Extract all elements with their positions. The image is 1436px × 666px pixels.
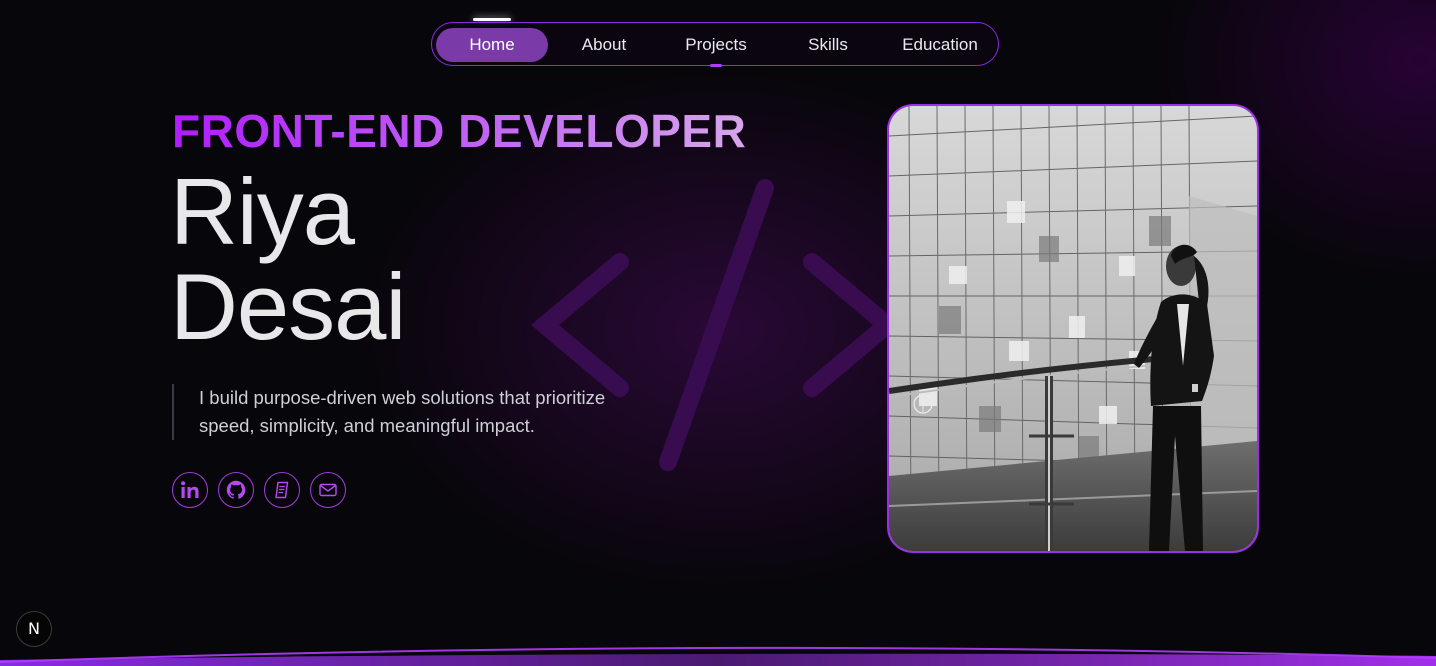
nav-item-education[interactable]: Education (884, 28, 996, 62)
last-name: Desai (170, 254, 406, 359)
tagline: I build purpose-driven web solutions tha… (172, 384, 642, 440)
nav-active-indicator (473, 18, 511, 21)
first-name: Riya (170, 159, 355, 264)
nav-item-about[interactable]: About (548, 28, 660, 62)
resume-button[interactable] (264, 472, 300, 508)
nav-item-projects[interactable]: Projects (660, 28, 772, 62)
linkedin-button[interactable] (172, 472, 208, 508)
linkedin-icon (181, 481, 199, 498)
top-navigation: Home About Projects Skills Education (431, 22, 999, 66)
nav-item-skills[interactable]: Skills (772, 28, 884, 62)
role-title: FRONT-END DEVELOPER (172, 105, 747, 157)
profile-photo-image (889, 106, 1257, 551)
tagline-line-1: I build purpose-driven web solutions tha… (199, 387, 606, 408)
github-button[interactable] (218, 472, 254, 508)
mail-icon (319, 483, 337, 497)
nav-hover-indicator (710, 64, 722, 67)
github-icon (226, 480, 246, 499)
tagline-line-2: speed, simplicity, and meaningful impact… (199, 415, 535, 436)
email-button[interactable] (310, 472, 346, 508)
bottom-glow-arc (0, 646, 1436, 666)
nav-item-home[interactable]: Home (436, 28, 548, 62)
resume-icon (275, 481, 289, 499)
profile-photo (887, 104, 1259, 553)
